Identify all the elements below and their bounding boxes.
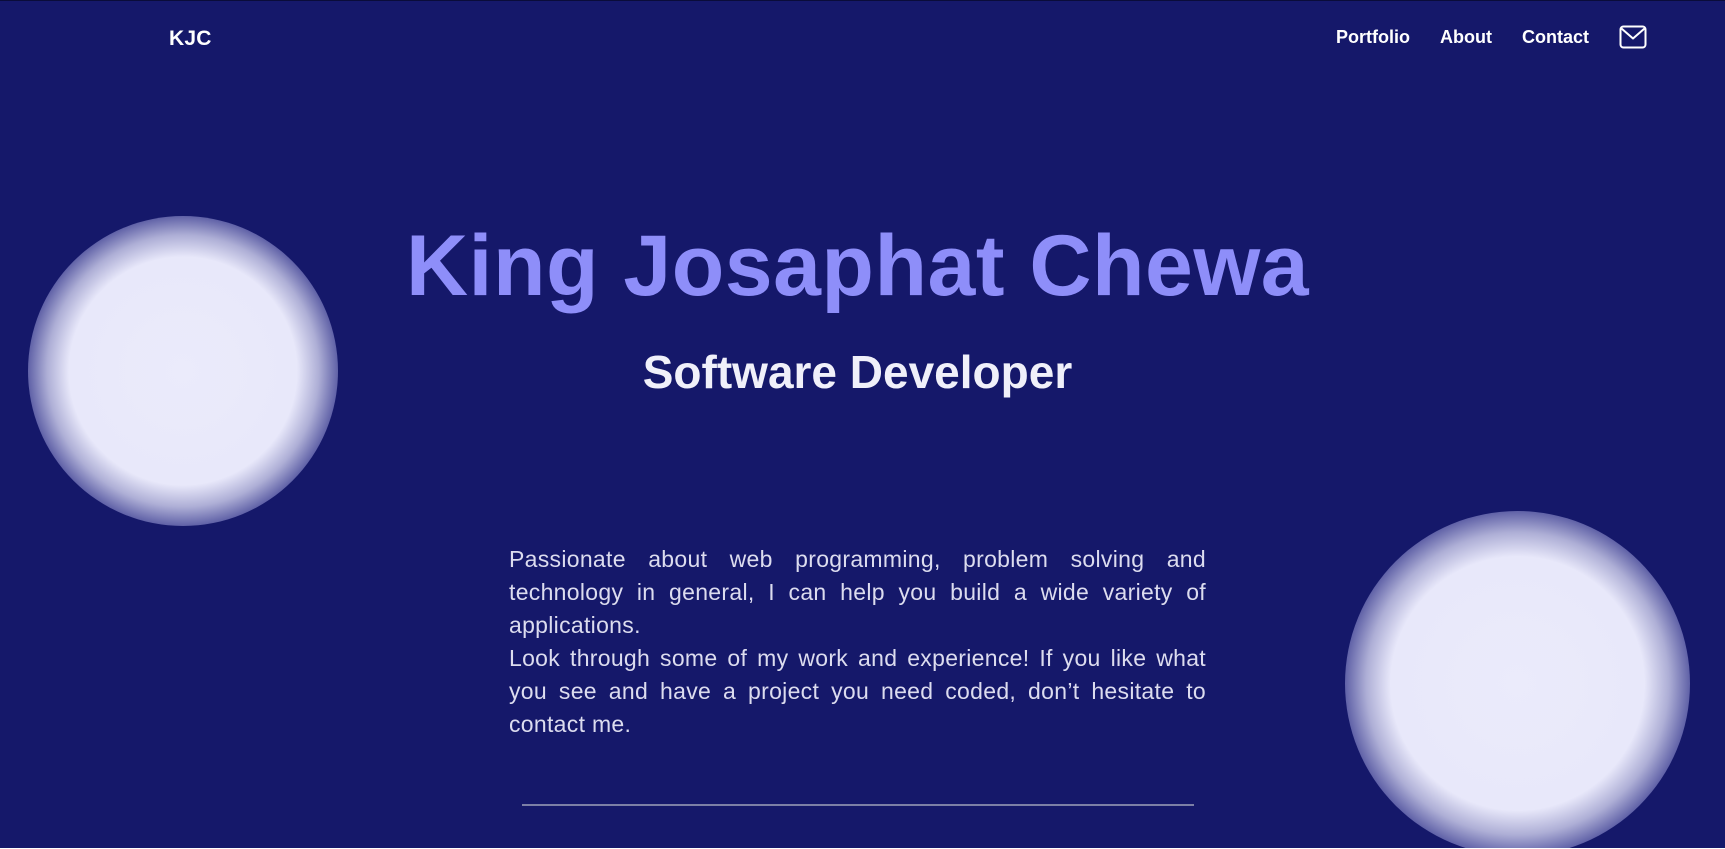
hero-name-heading: King Josaphat Chewa (405, 218, 1310, 314)
hero-role-subheading: Software Developer (642, 346, 1073, 398)
mail-icon[interactable] (1619, 25, 1647, 49)
site-logo[interactable]: KJC (169, 27, 212, 51)
intro-paragraph-2: Look through some of my work and experie… (509, 645, 1206, 737)
nav-link-about[interactable]: About (1440, 27, 1492, 48)
nav-link-portfolio[interactable]: Portfolio (1336, 27, 1410, 48)
nav-links: Portfolio About Contact (1306, 25, 1647, 49)
mail-icon-svg (1619, 25, 1647, 49)
decorative-glow-orb-right (1345, 511, 1690, 849)
intro-text: Passionate about web programming, proble… (509, 543, 1206, 741)
intro-paragraph-1: Passionate about web programming, proble… (509, 546, 1206, 638)
section-divider (522, 804, 1194, 806)
top-navigation: KJC Portfolio About Contact (0, 1, 1725, 79)
nav-link-contact[interactable]: Contact (1522, 27, 1589, 48)
page: KJC Portfolio About Contact King Josapha… (0, 0, 1725, 849)
